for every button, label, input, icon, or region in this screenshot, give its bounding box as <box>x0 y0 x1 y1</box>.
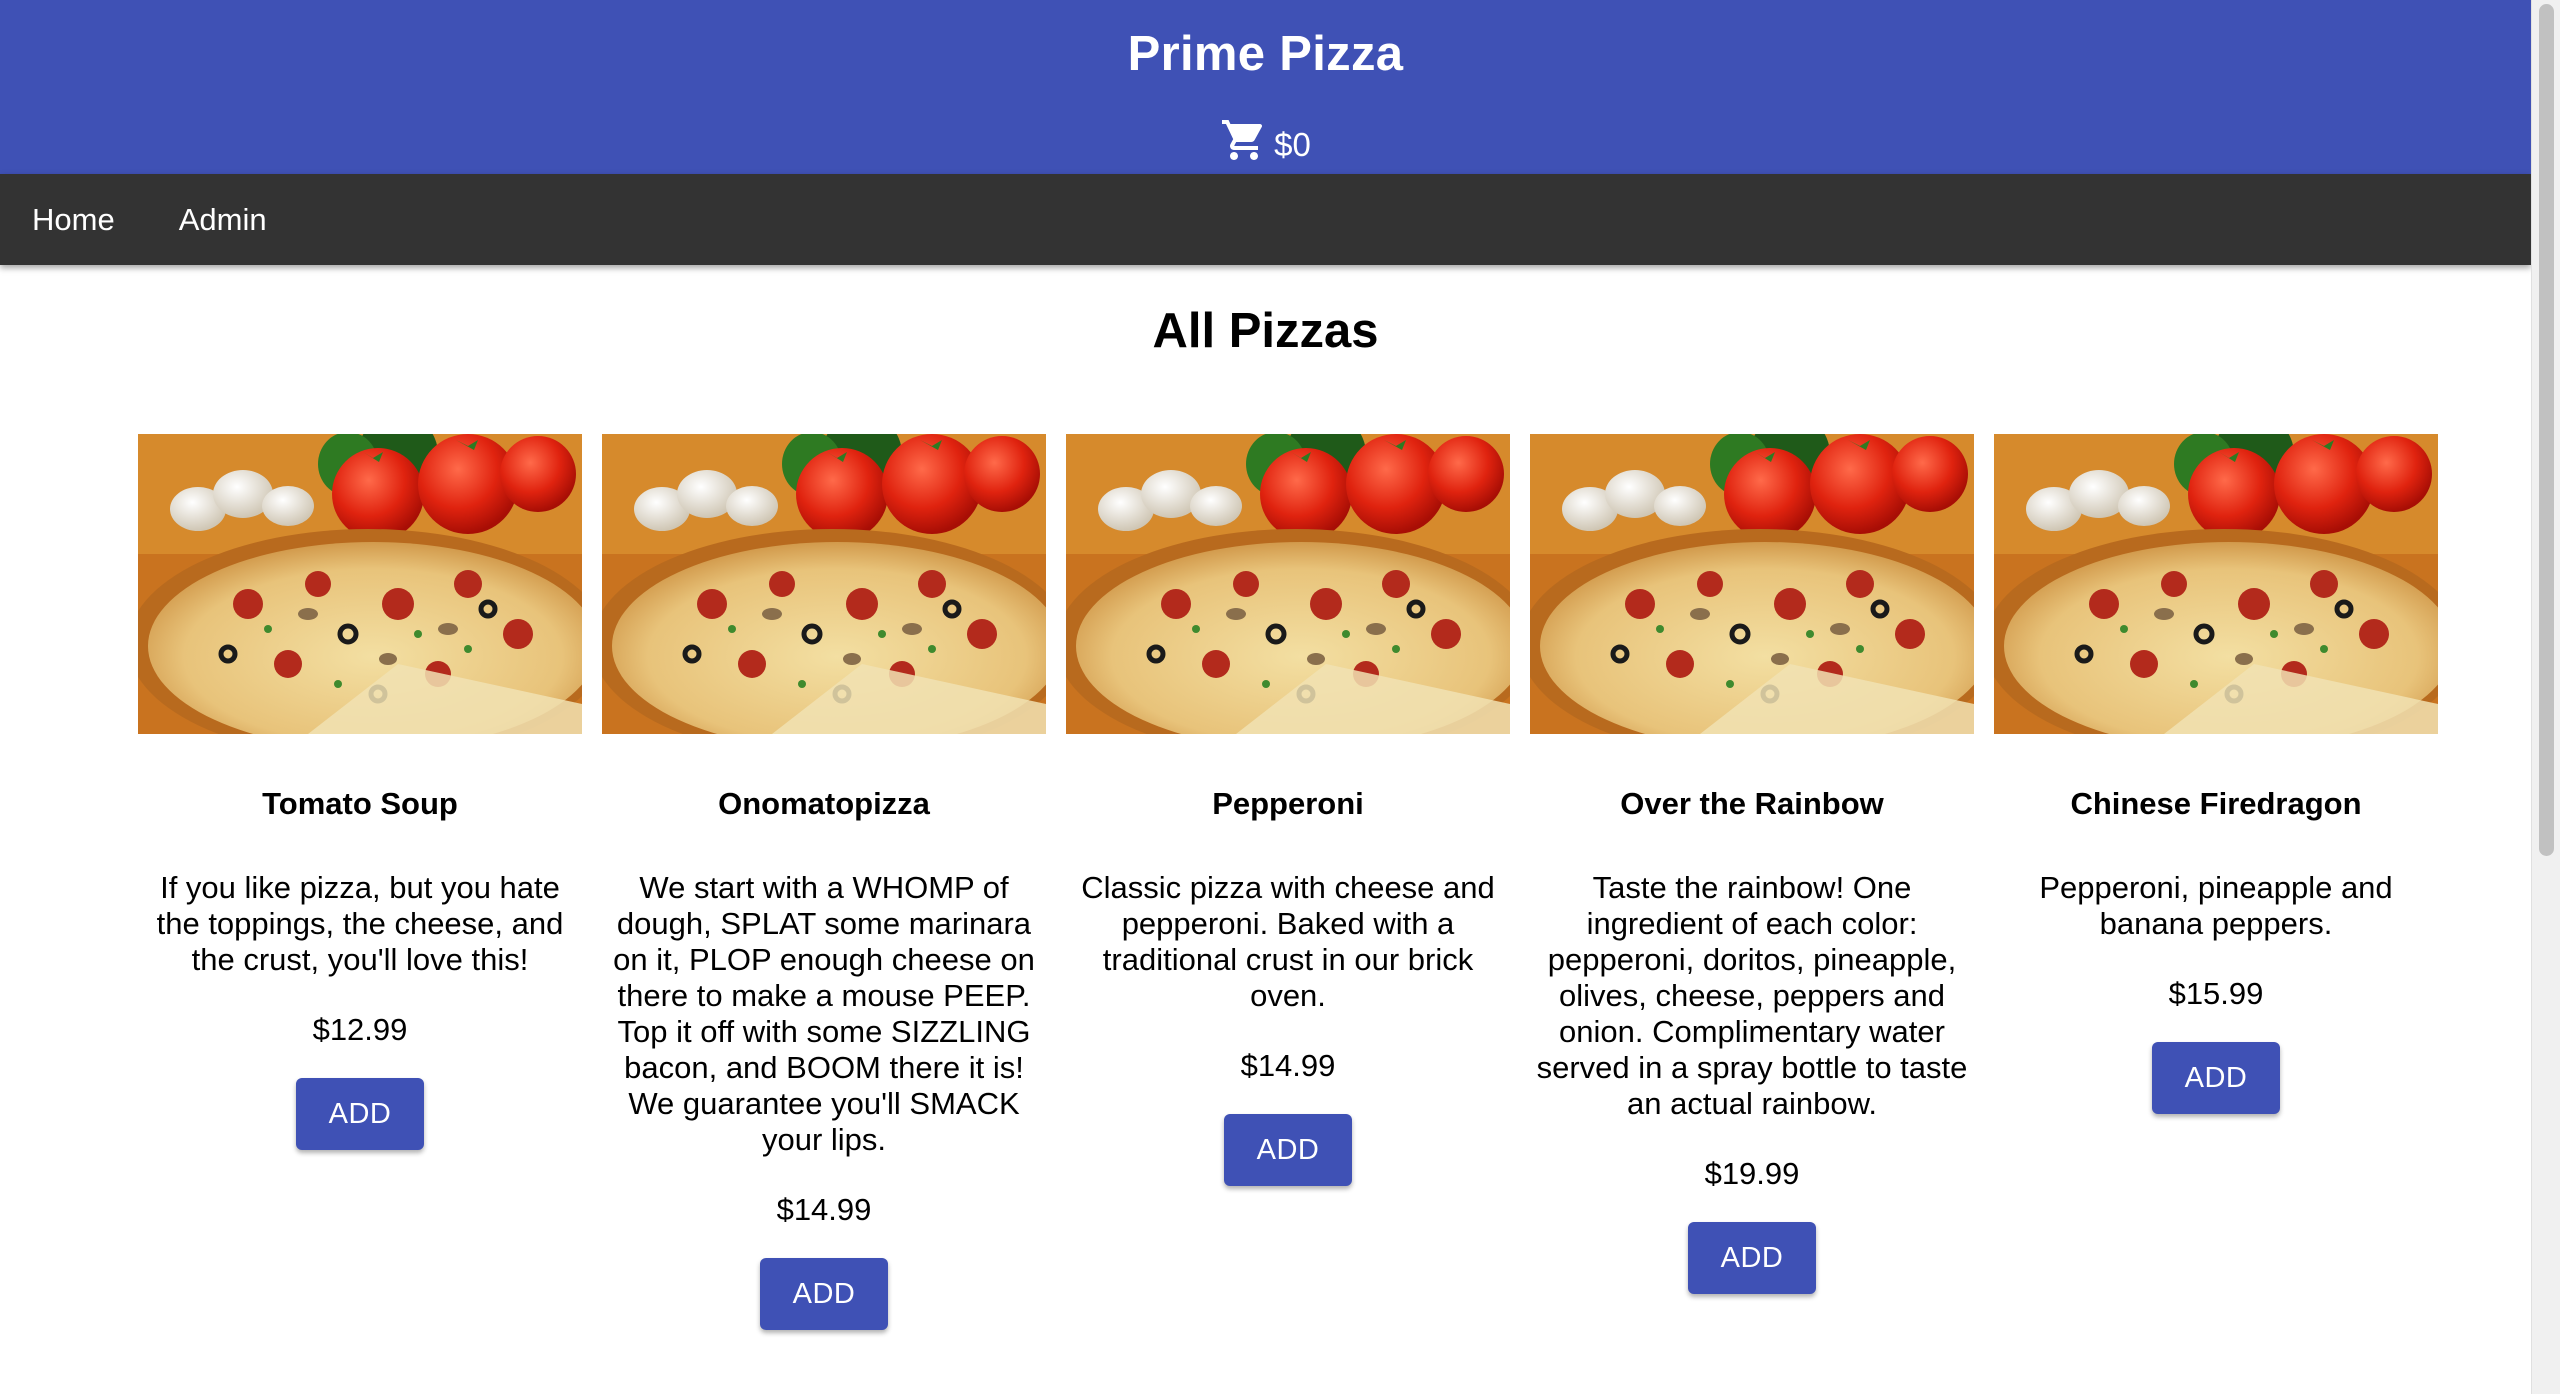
pizza-description: Taste the rainbow! One ingredient of eac… <box>1536 870 1968 1121</box>
add-to-cart-button[interactable]: ADD <box>296 1078 424 1150</box>
cart-summary[interactable]: $0 <box>0 116 2531 164</box>
pizza-name: Tomato Soup <box>262 786 458 821</box>
add-to-cart-button[interactable]: ADD <box>760 1258 888 1330</box>
pizza-card: Over the Rainbow Taste the rainbow! One … <box>1530 434 1974 1330</box>
pizza-description: Pepperoni, pineapple and banana peppers. <box>2039 870 2393 941</box>
pizza-image <box>1994 434 2438 734</box>
pizza-description: Classic pizza with cheese and pepperoni.… <box>1081 870 1495 1013</box>
pizza-card: Tomato Soup If you like pizza, but you h… <box>138 434 582 1330</box>
main-navbar: Home Admin <box>0 174 2531 265</box>
pizza-name: Over the Rainbow <box>1620 786 1884 821</box>
nav-link-admin[interactable]: Admin <box>179 202 267 238</box>
shopping-cart-icon <box>1220 116 1268 164</box>
pizza-image <box>1066 434 1510 734</box>
pizza-image <box>1530 434 1974 734</box>
pizza-price: $15.99 <box>2168 976 2264 1011</box>
scrollbar-thumb[interactable] <box>2539 4 2554 856</box>
app-viewport: Prime Pizza $0 Home Admin All Pizzas Tom… <box>0 0 2560 1394</box>
pizza-price: $12.99 <box>312 1012 408 1047</box>
pizza-image <box>138 434 582 734</box>
pizza-image <box>602 434 1046 734</box>
pizza-card: Pepperoni Classic pizza with cheese and … <box>1066 434 1510 1330</box>
pizza-grid: Tomato Soup If you like pizza, but you h… <box>138 434 2438 1330</box>
app-title: Prime Pizza <box>1127 27 1404 81</box>
pizza-price: $14.99 <box>1240 1048 1336 1083</box>
pizza-card: Onomatopizza We start with a WHOMP of do… <box>602 434 1046 1330</box>
pizza-description: If you like pizza, but you hate the topp… <box>156 870 564 977</box>
pizza-description: We start with a WHOMP of dough, SPLAT so… <box>613 870 1035 1157</box>
add-to-cart-button[interactable]: ADD <box>2152 1042 2280 1114</box>
pizza-price: $19.99 <box>1704 1156 1800 1191</box>
vertical-scrollbar[interactable] <box>2531 0 2560 1394</box>
nav-link-home[interactable]: Home <box>32 202 115 238</box>
pizza-price: $14.99 <box>776 1192 872 1227</box>
page-title: All Pizzas <box>1152 304 1379 358</box>
add-to-cart-button[interactable]: ADD <box>1224 1114 1352 1186</box>
pizza-name: Pepperoni <box>1212 786 1364 821</box>
add-to-cart-button[interactable]: ADD <box>1688 1222 1816 1294</box>
pizza-card: Chinese Firedragon Pepperoni, pineapple … <box>1994 434 2438 1330</box>
pizza-name: Chinese Firedragon <box>2070 786 2362 821</box>
pizza-name: Onomatopizza <box>718 786 930 821</box>
cart-total: $0 <box>1274 126 1311 163</box>
app-header: Prime Pizza $0 <box>0 0 2531 174</box>
